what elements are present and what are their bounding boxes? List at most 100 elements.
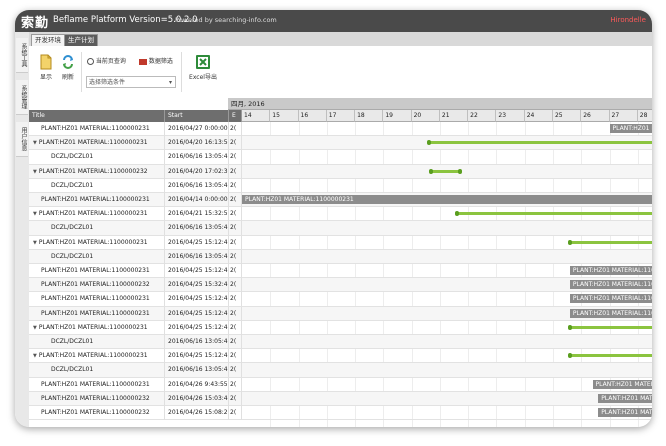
refresh-button[interactable]: 刷新: [59, 54, 77, 81]
table-row[interactable]: DCZL/DCZL01 2016/06/16 13:05:41 2(: [29, 335, 652, 350]
table-row[interactable]: PLANT:HZ01 MATERIAL:1100000232 2016/04/26…: [29, 406, 652, 421]
table-row[interactable]: PLANT:HZ01 MATERIAL:1100000232 2016/04/25…: [29, 278, 652, 293]
expand-toggle-icon[interactable]: ▼: [33, 353, 37, 359]
table-row[interactable]: ▼ PLANT:HZ01 MATERIAL:1100000231 2016/04/2…: [29, 320, 652, 335]
search-page-icon: [87, 58, 94, 65]
gantt-task-bar[interactable]: PLANT:HZ01 MATERIAL:1100000: [569, 308, 652, 318]
expand-toggle-icon[interactable]: ▼: [33, 169, 37, 175]
table-row[interactable]: PLANT:HZ01 MATERIAL:1100000232 2016/04/26…: [29, 391, 652, 406]
end-cell: 2(: [229, 320, 242, 335]
sidebar-tab-user[interactable]: 用户信息: [16, 122, 28, 157]
table-row[interactable]: PLANT:HZ01 MATERIAL:1100000231 2016/04/27…: [29, 122, 652, 137]
toolbar-separator: [81, 52, 82, 92]
table-row[interactable]: PLANT:HZ01 MATERIAL:1100000231 2016/04/25…: [29, 292, 652, 307]
table-row[interactable]: ▼ PLANT:HZ01 MATERIAL:1100000232 2016/04/2…: [29, 164, 652, 179]
day-header-cell: 28: [637, 110, 652, 122]
end-cell: 2(: [229, 164, 242, 179]
title-text: PLANT:HZ01 MATERIAL:1100000232: [41, 409, 150, 416]
gantt-month-header: 四月, 2016: [228, 98, 652, 110]
end-cell: 2(: [229, 178, 242, 193]
title-text: DCZL/DCZL01: [51, 153, 94, 161]
sidebar-tab-tools[interactable]: 系统工具: [16, 38, 28, 73]
title-text: DCZL/DCZL01: [51, 181, 94, 189]
table-row[interactable]: PLANT:HZ01 MATERIAL:1100000231 2016/04/14…: [29, 193, 652, 208]
bar-start-handle[interactable]: [454, 211, 459, 217]
table-row[interactable]: DCZL/DCZL01 2016/06/16 13:05:41 2(: [29, 221, 652, 236]
gantt-summary-bar[interactable]: [567, 324, 652, 330]
table-row[interactable]: DCZL/DCZL01 2016/06/16 13:05:41 2(: [29, 249, 652, 264]
tab-production-plan[interactable]: 生产计划: [64, 34, 98, 46]
column-header-title[interactable]: Title: [29, 110, 165, 122]
gantt-task-bar[interactable]: PLANT:HZ01 MATERIAL:1100000: [569, 294, 652, 304]
gantt-task-bar[interactable]: PLANT:HZ01 MATERIAL:1100000231: [242, 195, 652, 204]
expand-toggle-icon[interactable]: ▼: [33, 325, 37, 331]
gantt-task-bar[interactable]: PLANT:HZ01 MATERIAL:1: [609, 124, 652, 133]
end-cell: 2(: [229, 264, 242, 278]
day-header-cell: 17: [326, 110, 356, 122]
bar-start-handle[interactable]: [567, 239, 572, 245]
tab-bar: 开发环境 生产计划: [29, 32, 652, 47]
tab-dev-env[interactable]: 开发环境: [31, 34, 65, 46]
column-header-start[interactable]: Start: [165, 110, 229, 122]
table-row[interactable]: DCZL/DCZL01 2016/06/16 13:05:41 2(: [29, 363, 652, 378]
end-cell: 2(: [229, 278, 242, 293]
title-cell: ▼ PLANT:HZ01 MATERIAL:1100000231: [29, 207, 165, 222]
column-header-end[interactable]: E: [229, 110, 242, 122]
end-cell: 2(: [229, 150, 242, 165]
title-text: DCZL/DCZL01: [51, 338, 94, 345]
excel-export-button[interactable]: Excel导出: [187, 54, 219, 81]
gantt-task-bar[interactable]: PLANT:HZ01 MATERIAL:1: [598, 408, 652, 417]
refresh-label: 刷新: [61, 74, 74, 81]
bar-start-handle[interactable]: [567, 324, 572, 330]
bar-end-handle[interactable]: [457, 168, 462, 174]
bar-start-handle[interactable]: [426, 140, 431, 146]
table-row[interactable]: PLANT:HZ01 MATERIAL:1100000231 2016/04/25…: [29, 306, 652, 321]
gantt-task-bar[interactable]: PLANT:HZ01 MATERIAL:1100000: [569, 266, 652, 275]
title-cell: DCZL/DCZL01: [29, 335, 165, 349]
show-button[interactable]: 显示: [37, 54, 55, 81]
table-row[interactable]: PLANT:HZ01 MATERIAL:1100000231 2016/04/26…: [29, 377, 652, 392]
title-cell: ▼ PLANT:HZ01 MATERIAL:1100000231: [29, 235, 165, 250]
title-bar: 索勤 Beflame Platform Version=5.0.2.0 Powe…: [15, 10, 652, 32]
title-text: PLANT:HZ01 MATERIAL:1100000231: [41, 295, 150, 303]
current-page-query-button[interactable]: 当前页查询: [87, 56, 126, 65]
day-header-cell: 18: [355, 110, 384, 122]
gantt-summary-bar[interactable]: [567, 353, 652, 359]
table-row[interactable]: ▼ PLANT:HZ01 MATERIAL:1100000231 2016/04/2…: [29, 207, 652, 222]
gantt-summary-bar[interactable]: [426, 140, 652, 146]
table-row[interactable]: ▼ PLANT:HZ01 MATERIAL:1100000231 2016/04/2…: [29, 349, 652, 364]
app-logo: 索勤: [21, 16, 50, 31]
gantt-task-bar[interactable]: PLANT:HZ01 MATERIAL:: [592, 379, 652, 389]
sidebar-tab-admin[interactable]: 系统管理: [16, 80, 28, 115]
gantt-task-bar[interactable]: PLANT:HZ01 MATERIAL:1: [598, 393, 652, 403]
day-header-cell: 24: [524, 110, 553, 122]
day-header-cell: 25: [552, 110, 582, 122]
filter-icon: [139, 58, 147, 65]
expand-toggle-icon[interactable]: ▼: [33, 140, 37, 146]
gantt-task-bar[interactable]: PLANT:HZ01 MATERIAL:1100000: [569, 280, 652, 290]
table-row[interactable]: ▼ PLANT:HZ01 MATERIAL:1100000231 2016/04/2…: [29, 235, 652, 250]
vertical-sidebar: 系统工具 系统管理 用户信息: [15, 32, 30, 427]
bar-start-handle[interactable]: [567, 353, 572, 359]
start-cell: 2016/04/26 9:43:55: [165, 377, 229, 392]
start-cell: 2016/04/27 0:00:00: [165, 122, 229, 136]
day-header-cell: 26: [581, 110, 610, 122]
expand-toggle-icon[interactable]: ▼: [33, 240, 37, 246]
title-text: PLANT:HZ01 MATERIAL:1100000231: [41, 196, 150, 203]
bar-start-handle[interactable]: [429, 168, 434, 174]
gantt-summary-bar[interactable]: [454, 211, 652, 217]
table-row[interactable]: DCZL/DCZL01 2016/06/16 13:05:41 2(: [29, 150, 652, 165]
title-text: PLANT:HZ01 MATERIAL:1100000231: [38, 210, 148, 218]
data-filter-button[interactable]: 数据筛选: [139, 56, 173, 65]
filter-condition-value: 选择筛选条件: [89, 79, 126, 86]
filter-condition-select[interactable]: 选择筛选条件 ▾: [86, 76, 176, 88]
day-header-cell: 21: [439, 110, 469, 122]
expand-toggle-icon[interactable]: ▼: [33, 211, 37, 217]
start-cell: 2016/04/26 15:03:44: [165, 391, 229, 406]
table-row[interactable]: DCZL/DCZL01 2016/06/16 13:05:41 2(: [29, 178, 652, 193]
title-cell: ▼ PLANT:HZ01 MATERIAL:1100000232: [29, 164, 165, 179]
table-row[interactable]: ▼ PLANT:HZ01 MATERIAL:1100000231 2016/04/2…: [29, 136, 652, 151]
gantt-summary-bar[interactable]: [429, 168, 462, 174]
table-row[interactable]: PLANT:HZ01 MATERIAL:1100000231 2016/04/25…: [29, 264, 652, 279]
gantt-summary-bar[interactable]: [567, 239, 652, 245]
